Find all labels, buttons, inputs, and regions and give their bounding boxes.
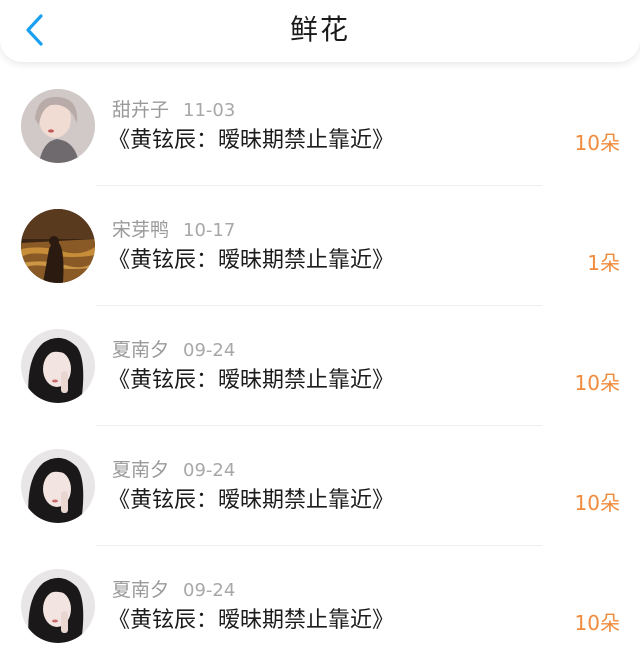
gift-meta: 夏南夕 09-24 [112,458,235,483]
avatar[interactable] [21,449,95,523]
book-title[interactable]: 《黄铉辰：暧昧期禁止靠近》 [108,246,394,276]
user-name[interactable]: 宋芽鸭 [112,219,169,241]
avatar[interactable] [21,329,95,403]
gift-meta: 宋芽鸭 10-17 [112,218,235,243]
flower-amount: 10朵 [574,131,620,155]
top-bar: 鲜花 [0,0,640,62]
gift-meta: 夏南夕 09-24 [112,338,235,363]
gift-date: 11-03 [183,100,236,121]
page-title: 鲜花 [289,13,350,46]
list-item[interactable]: 夏南夕 09-24 《黄铉辰：暧昧期禁止靠近》 10朵 [0,546,640,666]
user-name[interactable]: 甜卉子 [112,99,169,121]
gift-date: 09-24 [183,460,236,481]
gift-meta: 甜卉子 11-03 [112,98,235,123]
book-title[interactable]: 《黄铉辰：暧昧期禁止靠近》 [108,606,394,636]
flower-amount: 10朵 [574,371,620,395]
flower-gift-list: 甜卉子 11-03 《黄铉辰：暧昧期禁止靠近》 10朵 宋芽鸭 10-17 《黄铉辰… [0,66,640,666]
list-item[interactable]: 夏南夕 09-24 《黄铉辰：暧昧期禁止靠近》 10朵 [0,426,640,546]
user-name[interactable]: 夏南夕 [112,459,169,481]
avatar[interactable] [21,89,95,163]
list-item[interactable]: 宋芽鸭 10-17 《黄铉辰：暧昧期禁止靠近》 1朵 [0,186,640,306]
gift-meta: 夏南夕 09-24 [112,578,235,603]
gift-date: 09-24 [183,580,236,601]
gift-date: 10-17 [183,220,236,241]
list-item[interactable]: 甜卉子 11-03 《黄铉辰：暧昧期禁止靠近》 10朵 [0,66,640,186]
avatar[interactable] [21,209,95,283]
flower-amount: 10朵 [574,611,620,635]
avatar[interactable] [21,569,95,643]
gift-date: 09-24 [183,340,236,361]
flower-amount: 1朵 [587,251,620,275]
book-title[interactable]: 《黄铉辰：暧昧期禁止靠近》 [108,126,394,156]
book-title[interactable]: 《黄铉辰：暧昧期禁止靠近》 [108,486,394,516]
user-name[interactable]: 夏南夕 [112,339,169,361]
flower-amount: 10朵 [574,491,620,515]
book-title[interactable]: 《黄铉辰：暧昧期禁止靠近》 [108,366,394,396]
list-item[interactable]: 夏南夕 09-24 《黄铉辰：暧昧期禁止靠近》 10朵 [0,306,640,426]
user-name[interactable]: 夏南夕 [112,579,169,601]
